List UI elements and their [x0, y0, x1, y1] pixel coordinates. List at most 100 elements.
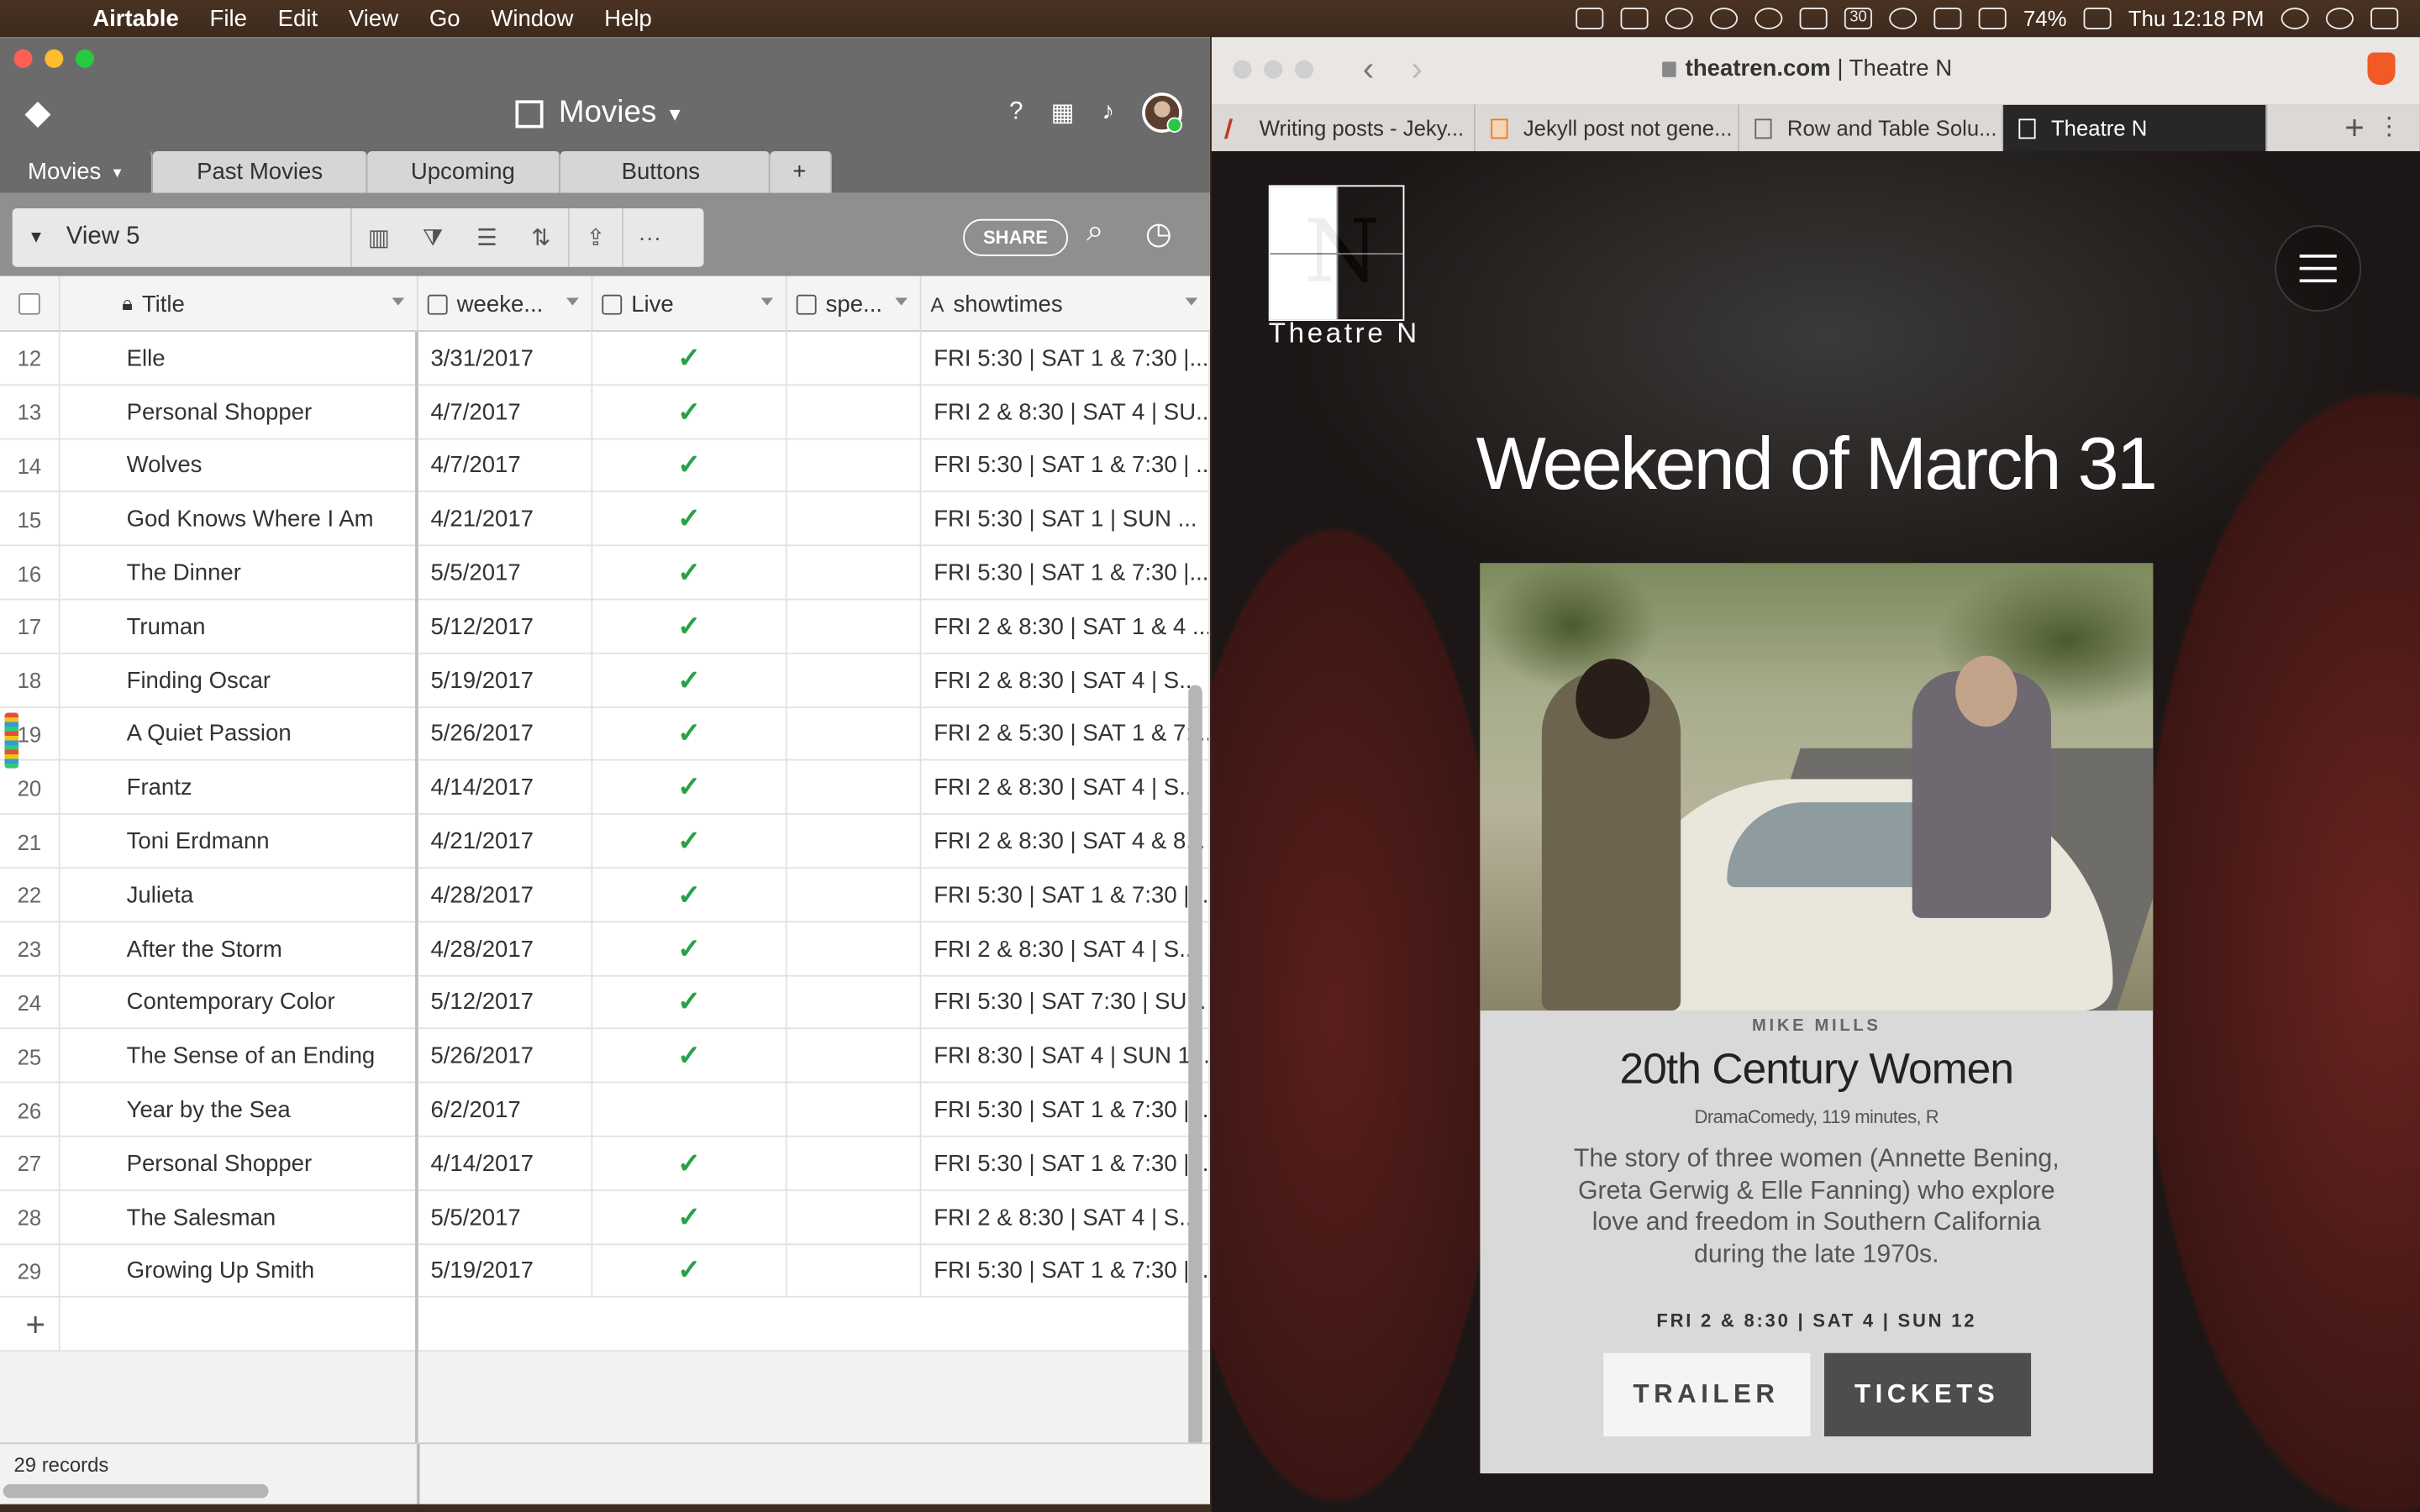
table-row[interactable]: 29 Growing Up Smith 5/19/2017 ✓ FRI 5:30 | S… [0, 1244, 1210, 1299]
cell-live-check[interactable]: ✓ [592, 815, 787, 869]
view-switcher[interactable]: ▼ View 5 [13, 207, 352, 267]
filter-icon[interactable]: ⧩ [406, 208, 460, 267]
cell-weekend[interactable]: 4/28/2017 [418, 869, 593, 922]
table-row[interactable]: 25 The Sense of an Ending 5/26/2017 ✓ FRI 8:… [0, 1029, 1210, 1084]
cell-live-check[interactable]: ✓ [592, 1137, 787, 1191]
clock[interactable]: Thu 12:18 PM [2128, 6, 2265, 30]
table-row[interactable]: 20 Frantz 4/14/2017 ✓ FRI 2 & 8:30 | SAT 4 |… [0, 761, 1210, 816]
cell-weekend[interactable]: 4/7/2017 [418, 385, 593, 439]
cell-title[interactable]: Finding Oscar [60, 654, 418, 708]
cell-showtimes[interactable]: FRI 5:30 | SAT 1 & 7:30 | ... [922, 438, 1210, 493]
column-header-title[interactable]: 🔒︎ Title [60, 276, 418, 332]
user-icon[interactable] [2325, 8, 2354, 29]
table-row[interactable]: 16 The Dinner 5/5/2017 ✓ FRI 5:30 | SAT 1 & … [0, 546, 1210, 601]
wifi-icon[interactable] [1933, 8, 1962, 29]
row-number[interactable]: 16 [0, 546, 60, 601]
table-row[interactable]: 15 God Knows Where I Am 4/21/2017 ✓ FRI 5:30… [0, 492, 1210, 547]
cell-live-check[interactable]: ✓ [592, 1029, 787, 1084]
cell-title[interactable]: Growing Up Smith [60, 1244, 418, 1299]
brave-shield-icon[interactable] [2367, 52, 2396, 86]
cell-showtimes[interactable]: FRI 5:30 | SAT 1 & 7:30 |... [922, 869, 1210, 922]
cell-live-check[interactable]: ✓ [592, 1244, 787, 1299]
table-row[interactable]: 12 Elle 3/31/2017 ✓ FRI 5:30 | SAT 1 & 7:30 … [0, 331, 1210, 386]
cell-title[interactable]: God Knows Where I Am [60, 492, 418, 547]
cell-special[interactable] [787, 1083, 922, 1137]
cell-showtimes[interactable]: FRI 2 & 8:30 | SAT 4 | S... [922, 654, 1210, 708]
menu-edit[interactable]: Edit [278, 5, 318, 31]
tickets-button[interactable]: TICKETS [1823, 1352, 2031, 1436]
table-row[interactable]: 21 Toni Erdmann 4/21/2017 ✓ FRI 2 & 8:30 | S… [0, 815, 1210, 869]
row-number[interactable]: 21 [0, 815, 60, 869]
cell-title[interactable]: A Quiet Passion [60, 707, 418, 762]
table-row[interactable]: 27 Personal Shopper 4/14/2017 ✓ FRI 5:30 | S… [0, 1137, 1210, 1191]
add-record-row[interactable]: + [0, 1298, 1210, 1352]
cell-showtimes[interactable]: FRI 2 & 8:30 | SAT 4 & 8... [922, 815, 1210, 869]
cell-weekend[interactable]: 5/12/2017 [418, 975, 593, 1030]
cell-title[interactable]: Wolves [60, 438, 418, 493]
cell-special[interactable] [787, 492, 922, 547]
minimize-window-button[interactable] [45, 49, 64, 68]
cell-live-check[interactable]: ✓ [592, 707, 787, 762]
table-row[interactable]: 22 Julieta 4/28/2017 ✓ FRI 5:30 | SAT 1 & 7:… [0, 869, 1210, 922]
horizontal-scrollbar[interactable] [3, 1483, 269, 1499]
cell-title[interactable]: After the Storm [60, 921, 418, 976]
table-row[interactable]: 28 The Salesman 5/5/2017 ✓ FRI 2 & 8:30 | SA… [0, 1190, 1210, 1245]
browser-tab-active[interactable]: Theatre N [2003, 104, 2268, 151]
table-row[interactable]: 24 Contemporary Color 5/12/2017 ✓ FRI 5:30 |… [0, 975, 1210, 1030]
bell-icon[interactable]: ♪ [1102, 99, 1114, 127]
cell-title[interactable]: The Salesman [60, 1190, 418, 1245]
tab-movies[interactable]: Movies ▼ [0, 150, 154, 193]
menu-go[interactable]: Go [429, 5, 460, 31]
cell-live-check[interactable]: ✓ [592, 869, 787, 922]
cell-showtimes[interactable]: FRI 2 & 8:30 | SAT 4 | SU... [922, 385, 1210, 439]
table-row[interactable]: 26 Year by the Sea 6/2/2017 FRI 5:30 | SAT … [0, 1083, 1210, 1137]
cell-showtimes[interactable]: FRI 5:30 | SAT 1 & 7:30 |... [922, 1083, 1210, 1137]
cloud-icon[interactable] [1754, 8, 1783, 29]
row-number[interactable]: 14 [0, 438, 60, 493]
browser-tab[interactable]: Row and Table Solu... [1739, 104, 2004, 151]
cell-weekend[interactable]: 4/21/2017 [418, 492, 593, 547]
table-row[interactable]: 19 A Quiet Passion 5/26/2017 ✓ FRI 2 & 5:30 … [0, 707, 1210, 762]
tab-past-movies[interactable]: Past Movies [153, 150, 368, 193]
cell-special[interactable] [787, 331, 922, 386]
zoom-window-button[interactable] [75, 49, 95, 68]
chevron-down-icon[interactable] [760, 297, 774, 306]
close-window-button[interactable] [13, 49, 33, 68]
tab-upcoming[interactable]: Upcoming [367, 150, 560, 193]
apps-grid-icon[interactable]: ▦ [1051, 97, 1075, 129]
cell-showtimes[interactable]: FRI 2 & 5:30 | SAT 1 & 7:... [922, 707, 1210, 762]
forward-icon[interactable]: › [1411, 50, 1422, 88]
browser-tab[interactable]: Jekyll post not gene... [1476, 104, 1739, 151]
row-number[interactable]: 17 [0, 600, 60, 654]
cell-weekend[interactable]: 5/26/2017 [418, 707, 593, 762]
cell-title[interactable]: The Dinner [60, 546, 418, 601]
cell-live-check[interactable]: ✓ [592, 975, 787, 1030]
table-row[interactable]: 13 Personal Shopper 4/7/2017 ✓ FRI 2 & 8:30 … [0, 385, 1210, 439]
cell-live-check[interactable]: ✓ [592, 654, 787, 708]
cell-special[interactable] [787, 438, 922, 493]
row-number[interactable]: 26 [0, 1083, 60, 1137]
cell-live-check[interactable]: ✓ [592, 546, 787, 601]
chevron-down-icon[interactable] [1185, 297, 1198, 306]
cell-weekend[interactable]: 5/5/2017 [418, 1190, 593, 1245]
cell-showtimes[interactable]: FRI 2 & 8:30 | SAT 1 & 4 ... [922, 600, 1210, 654]
search-icon[interactable]: ⌕ [1086, 214, 1104, 249]
cell-showtimes[interactable]: FRI 2 & 8:30 | SAT 4 | S... [922, 1190, 1210, 1245]
table-row[interactable]: 17 Truman 5/12/2017 ✓ FRI 2 & 8:30 | SAT 1 &… [0, 600, 1210, 654]
cell-special[interactable] [787, 600, 922, 654]
chevron-down-icon[interactable] [895, 297, 908, 306]
cell-title[interactable]: Elle [60, 331, 418, 386]
chevron-down-icon[interactable] [566, 297, 579, 306]
cell-weekend[interactable]: 4/21/2017 [418, 815, 593, 869]
cell-showtimes[interactable]: FRI 5:30 | SAT 1 & 7:30 |... [922, 1244, 1210, 1299]
cell-special[interactable] [787, 654, 922, 708]
row-number[interactable]: 28 [0, 1190, 60, 1245]
row-number[interactable]: 25 [0, 1029, 60, 1084]
new-tab-button[interactable]: + [2344, 108, 2365, 149]
vertical-scrollbar[interactable] [1188, 685, 1202, 1452]
row-number[interactable]: 13 [0, 385, 60, 439]
cell-live-check[interactable]: ✓ [592, 921, 787, 976]
cell-special[interactable] [787, 869, 922, 922]
cell-live-check[interactable] [592, 1083, 787, 1137]
add-record-button[interactable]: + [0, 1298, 60, 1352]
